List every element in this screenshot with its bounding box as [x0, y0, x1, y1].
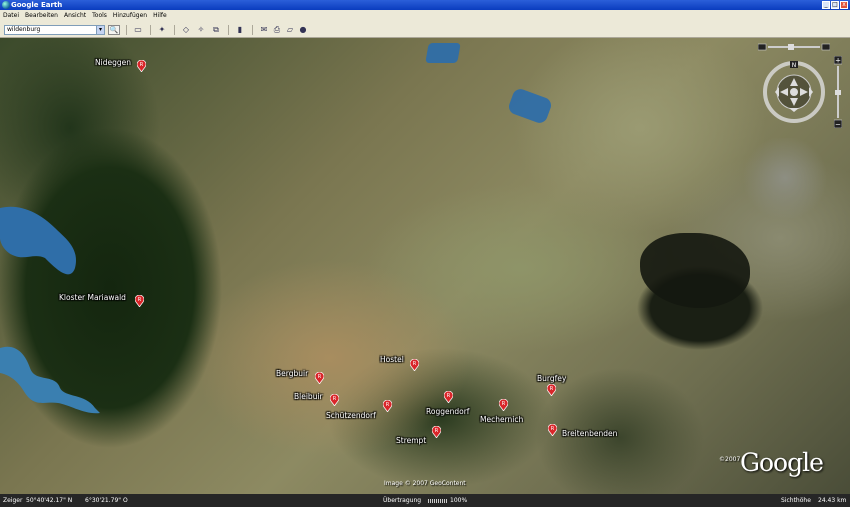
search-dropdown-button[interactable]: ▾ — [96, 25, 105, 35]
svg-text:R: R — [386, 402, 390, 408]
placemark-pin[interactable]: R — [548, 424, 557, 436]
map-view[interactable]: R Nideggen R Kloster Mariawald R Hostel … — [0, 38, 850, 494]
place-label: Nideggen — [95, 58, 131, 67]
title-bar: Google Earth _ □ x — [0, 0, 850, 10]
menu-hilfe[interactable]: Hilfe — [150, 10, 170, 22]
navigation-compass[interactable]: N — [762, 60, 826, 124]
placemark-pin[interactable]: R — [137, 60, 146, 72]
maximize-button[interactable]: □ — [831, 1, 839, 9]
menu-tools[interactable]: Tools — [89, 10, 110, 22]
logo-copyright: ©2007 — [719, 456, 741, 463]
image-credit: Image © 2007 GeoContent — [384, 480, 466, 487]
placemark-pin[interactable]: R — [444, 391, 453, 403]
streaming-progress-bar — [428, 499, 448, 503]
toolbar-separator — [252, 25, 253, 35]
place-label: Burgfey — [537, 374, 567, 383]
menu-hinzufuegen[interactable]: Hinzufügen — [110, 10, 150, 22]
overlay-icon[interactable]: ⧉ — [211, 25, 221, 35]
placemark-add-icon[interactable]: ✦ — [157, 25, 167, 35]
search-input[interactable]: wildenburg — [4, 25, 104, 35]
svg-text:R: R — [413, 361, 417, 367]
menu-bearbeiten[interactable]: Bearbeiten — [22, 10, 61, 22]
google-earth-icon — [2, 1, 10, 9]
menu-ansicht[interactable]: Ansicht — [61, 10, 89, 22]
maps-icon[interactable]: ▱ — [285, 25, 295, 35]
svg-text:+: + — [835, 57, 841, 65]
place-label: Strempt — [396, 436, 427, 445]
tilt-slider[interactable] — [758, 43, 830, 51]
streaming-percent: 100% — [450, 497, 468, 504]
ruler-icon[interactable]: ▮ — [235, 25, 245, 35]
place-label: Mechernich — [480, 415, 524, 424]
eye-altitude-label: Sichthöhe — [781, 497, 811, 504]
toolbar-separator — [174, 25, 175, 35]
lake — [506, 86, 554, 126]
status-bar: Zeiger 50°40'42.17" N 6°30'21.79" O Über… — [0, 494, 850, 507]
svg-text:R: R — [550, 386, 554, 392]
google-logo: Google — [740, 448, 824, 477]
place-label: Schützendorf — [326, 411, 376, 420]
placemark-pin[interactable]: R — [432, 426, 441, 438]
streaming-label: Übertragung — [383, 497, 422, 504]
svg-text:R: R — [138, 297, 142, 303]
sky-icon[interactable]: ● — [298, 25, 308, 35]
email-icon[interactable]: ✉ — [259, 25, 269, 35]
polygon-icon[interactable]: ◇ — [181, 25, 191, 35]
place-label: Bergbuir — [276, 369, 309, 378]
menu-bar: Datei Bearbeiten Ansicht Tools Hinzufügen Hil… — [0, 10, 850, 22]
toolbar-separator — [126, 25, 127, 35]
path-icon[interactable]: ✧ — [196, 25, 206, 35]
window-title: Google Earth — [11, 1, 63, 9]
svg-text:R: R — [435, 428, 439, 434]
svg-text:R: R — [502, 401, 506, 407]
placemark-pin[interactable]: R — [135, 295, 144, 307]
place-label: Breitenbenden — [562, 429, 618, 438]
svg-text:R: R — [140, 62, 144, 68]
river-water — [0, 346, 100, 414]
pointer-longitude: 6°30'21.79" O — [85, 497, 128, 504]
svg-text:R: R — [333, 396, 337, 402]
svg-text:R: R — [447, 393, 451, 399]
minimize-button[interactable]: _ — [822, 1, 830, 9]
zoom-slider[interactable]: + − — [834, 56, 842, 128]
search-button[interactable]: 🔍 — [108, 25, 120, 35]
placemark-pin[interactable]: R — [330, 394, 339, 406]
place-label: Hostel — [380, 355, 404, 364]
place-label: Bleibuir — [294, 392, 323, 401]
sidebar-toggle-icon[interactable]: ▭ — [133, 25, 143, 35]
open-pit-mine — [640, 233, 750, 308]
toolbar: wildenburg ▾ 🔍 ▭ ✦ ◇ ✧ ⧉ ▮ ✉ ⎙ ▱ ● — [0, 22, 850, 38]
toolbar-separator — [228, 25, 229, 35]
toolbar-separator — [150, 25, 151, 35]
placemark-pin[interactable]: R — [547, 384, 556, 396]
place-label: Roggendorf — [426, 407, 470, 416]
place-label: Kloster Mariawald — [59, 293, 126, 302]
close-button[interactable]: x — [840, 1, 848, 9]
town-area — [740, 138, 830, 218]
placemark-pin[interactable]: R — [383, 400, 392, 412]
svg-text:R: R — [318, 374, 322, 380]
svg-text:R: R — [551, 426, 555, 432]
compass-north-label: N — [792, 62, 797, 69]
reservoir-water — [0, 206, 76, 275]
placemark-pin[interactable]: R — [499, 399, 508, 411]
pointer-latitude: 50°40'42.17" N — [26, 497, 73, 504]
svg-text:−: − — [835, 121, 841, 129]
print-icon[interactable]: ⎙ — [272, 25, 282, 35]
eye-altitude-value: 24.43 km — [818, 497, 847, 504]
placemark-pin[interactable]: R — [410, 359, 419, 371]
lake — [425, 43, 461, 63]
pointer-label: Zeiger — [3, 497, 23, 504]
placemark-pin[interactable]: R — [315, 372, 324, 384]
menu-datei[interactable]: Datei — [0, 10, 22, 22]
